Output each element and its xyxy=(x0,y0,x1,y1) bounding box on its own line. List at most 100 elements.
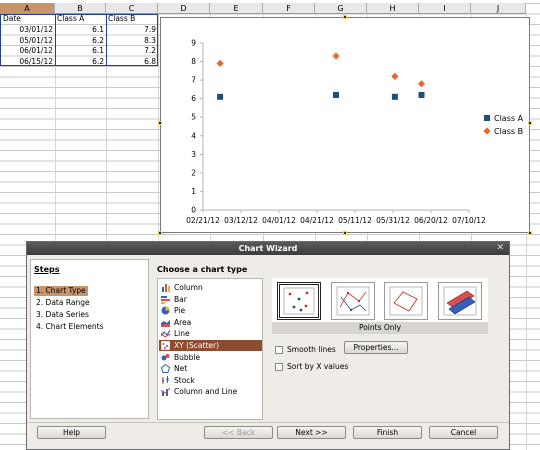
column-header-e[interactable]: E xyxy=(210,3,263,14)
column-header-a[interactable]: A xyxy=(0,3,55,14)
data-point-class-a xyxy=(418,91,425,98)
chart-object[interactable]: 0 1 2 3 4 5 6 7 8 9 02/21/12 03/12/12 04/01/12 04/21/… xyxy=(160,17,530,233)
legend-label: Class B xyxy=(494,127,523,136)
column-line-chart-icon xyxy=(161,388,170,397)
net-chart-icon xyxy=(161,364,170,374)
resize-handle-right[interactable] xyxy=(528,121,532,125)
smooth-lines-checkbox[interactable] xyxy=(275,346,283,354)
smooth-lines-label: Smooth lines xyxy=(287,345,336,354)
data-point-class-a xyxy=(333,91,339,98)
range-highlight-class-b xyxy=(106,14,158,66)
step-data-series[interactable]: 3. Data Series xyxy=(34,310,91,320)
chart-type-label: Pie xyxy=(174,306,186,316)
chart-type-item[interactable]: Area xyxy=(159,317,262,328)
column-header-g[interactable]: G xyxy=(315,3,367,14)
chart-type-item[interactable]: Bar xyxy=(159,294,262,305)
properties-button[interactable]: Properties... xyxy=(344,341,408,354)
y-tick-label: 9 xyxy=(191,39,196,48)
y-tick-label: 7 xyxy=(191,76,196,85)
data-point-class-b xyxy=(391,72,399,80)
column-header-i[interactable]: I xyxy=(419,3,471,14)
legend-label: Class A xyxy=(494,114,524,123)
column-chart-icon xyxy=(162,284,170,292)
points-only-icon xyxy=(283,287,315,315)
variant-points-only[interactable] xyxy=(277,282,321,320)
close-icon[interactable]: ✕ xyxy=(496,242,504,255)
variant-points-and-lines[interactable] xyxy=(331,282,375,320)
column-header-j[interactable]: J xyxy=(471,3,526,14)
data-point-class-b xyxy=(417,80,426,88)
chart-type-item[interactable]: Bubble xyxy=(159,352,262,363)
step-chart-elements[interactable]: 4. Chart Elements xyxy=(34,322,106,332)
sort-by-x-checkbox[interactable] xyxy=(275,363,283,371)
y-tick-label: 0 xyxy=(191,206,196,215)
chart-type-item[interactable]: Line xyxy=(159,328,262,339)
chart-type-item[interactable]: Stock xyxy=(159,375,262,386)
next-button[interactable]: Next >> xyxy=(277,426,346,439)
line-chart-icon xyxy=(161,330,170,339)
chart-type-item[interactable]: Column and Line xyxy=(159,386,262,397)
chart-type-item[interactable]: Column xyxy=(159,282,262,293)
dialog-separator xyxy=(27,422,509,423)
chart-type-label: Bubble xyxy=(174,352,201,362)
points-lines-icon xyxy=(336,286,370,316)
finish-button[interactable]: Finish xyxy=(353,426,422,439)
chart-type-label: Column xyxy=(174,283,203,292)
chart-type-label: Bar xyxy=(174,294,187,304)
chart-type-label: Column and Line xyxy=(174,387,238,397)
3d-lines-icon xyxy=(443,286,477,316)
chart-type-label: XY (Scatter) xyxy=(174,341,220,350)
x-tick-label: 04/21/12 xyxy=(300,216,334,225)
chart-variant-panel: Points Only xyxy=(272,278,488,334)
resize-handle-bottom-left[interactable] xyxy=(158,231,162,235)
column-header-c[interactable]: C xyxy=(106,3,158,14)
column-header-b[interactable]: B xyxy=(55,3,106,14)
chart-type-item[interactable]: Pie xyxy=(159,305,262,316)
resize-handle-top[interactable] xyxy=(343,15,347,19)
resize-handle-bottom[interactable] xyxy=(343,231,347,235)
chart-wizard-dialog: Chart Wizard ✕ Steps 1. Chart Type 2. Da… xyxy=(26,241,510,450)
scatter-chart-icon xyxy=(161,341,170,350)
x-tick-label: 02/21/12 xyxy=(186,216,220,225)
help-button[interactable]: Help xyxy=(37,426,106,439)
resize-handle-bottom-right[interactable] xyxy=(528,231,532,235)
dialog-title: Chart Wizard xyxy=(238,244,298,253)
chart-type-label: Stock xyxy=(174,375,195,385)
chart-type-label: Net xyxy=(174,364,188,374)
bar-chart-icon xyxy=(161,295,170,304)
variant-3d-lines[interactable] xyxy=(438,282,482,320)
step-chart-type[interactable]: 1. Chart Type xyxy=(34,286,88,296)
legend-marker-class-a xyxy=(484,115,490,121)
chart-type-item[interactable]: XY (Scatter) xyxy=(159,340,262,352)
variant-lines-only[interactable] xyxy=(384,282,428,320)
column-header-h[interactable]: H xyxy=(367,3,419,14)
data-point-class-a xyxy=(217,93,224,100)
data-point-class-a xyxy=(391,93,398,100)
x-tick-label: 05/11/12 xyxy=(338,216,372,225)
y-tick-label: 3 xyxy=(191,150,196,159)
column-header-f[interactable]: F xyxy=(263,3,315,14)
bubble-chart-icon xyxy=(161,353,170,361)
area-chart-icon xyxy=(161,319,170,327)
x-tick-label: 04/01/12 xyxy=(262,216,296,225)
range-highlight-date xyxy=(0,14,56,66)
step-data-range[interactable]: 2. Data Range xyxy=(34,298,92,308)
data-point-class-b xyxy=(332,52,340,60)
x-tick-label: 03/12/12 xyxy=(224,216,258,225)
x-tick-label: 07/10/12 xyxy=(452,216,486,225)
chart-type-item[interactable]: Net xyxy=(159,363,262,374)
choose-chart-type-label: Choose a chart type xyxy=(157,265,248,274)
x-tick-label: 06/20/12 xyxy=(414,216,448,225)
sort-by-x-label: Sort by X values xyxy=(287,362,349,371)
resize-handle-left[interactable] xyxy=(158,121,162,125)
y-tick-label: 1 xyxy=(191,187,196,196)
cancel-button[interactable]: Cancel xyxy=(429,426,498,439)
y-tick-label: 6 xyxy=(191,94,196,103)
dialog-titlebar[interactable]: Chart Wizard ✕ xyxy=(27,242,509,255)
steps-panel: Steps 1. Chart Type 2. Data Range 3. Dat… xyxy=(30,259,149,419)
chart-type-label: Area xyxy=(174,317,192,327)
pie-chart-icon xyxy=(161,306,170,315)
chart-type-list[interactable]: Column Bar Pie Area Line XY (Scatter) Bubble Ne… xyxy=(157,278,263,420)
column-header-d[interactable]: D xyxy=(158,3,210,14)
back-button[interactable]: << Back xyxy=(204,426,273,439)
